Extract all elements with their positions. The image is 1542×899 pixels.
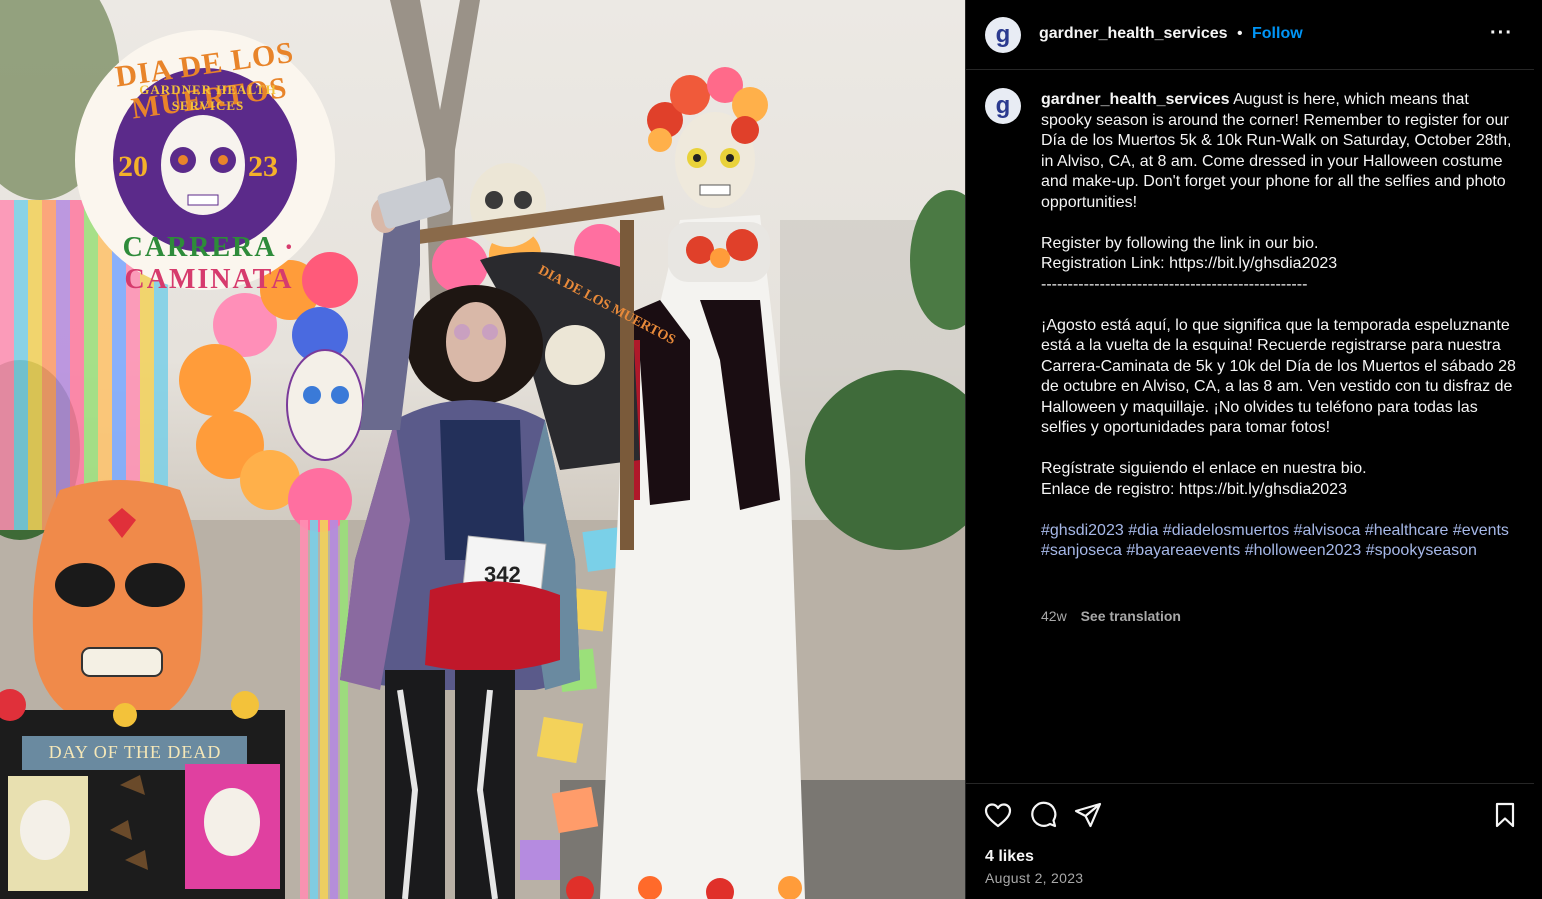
caption-avatar-letter: g <box>995 92 1011 119</box>
hashtag-link[interactable]: #alvisoca <box>1294 522 1361 539</box>
logo-year-right: 23 <box>248 150 278 183</box>
caption-divider: ----------------------------------------… <box>1041 275 1308 293</box>
caption-username[interactable]: gardner_health_services <box>1041 91 1230 108</box>
logo-subtitle: CARRERA · CAMINATA <box>84 232 334 296</box>
see-translation-button[interactable]: See translation <box>1081 608 1181 624</box>
hashtag-link[interactable]: #sanjoseca <box>1041 542 1122 559</box>
caption-para1-text: August is here, which means that spooky … <box>1041 91 1512 211</box>
post-header: g gardner_health_services • Follow ··· <box>966 0 1534 70</box>
heart-icon[interactable] <box>983 800 1013 830</box>
caption-avatar[interactable]: g <box>985 88 1021 124</box>
box-sign-text: DAY OF THE DEAD <box>48 742 222 762</box>
caption-registrate-line: Regístrate siguiendo el enlace en nuestr… <box>1041 460 1367 477</box>
photo-illustration <box>0 0 965 899</box>
post-photo[interactable]: DIA DE LOS MUERTOS GARDNER HEALTH SERVIC… <box>0 0 965 899</box>
share-icon[interactable] <box>1073 800 1103 830</box>
caption-register-line: Register by following the link in our bi… <box>1041 234 1319 252</box>
hashtag-link[interactable]: #spookyseason <box>1366 542 1477 559</box>
hashtag-link[interactable]: #healthcare <box>1365 522 1449 539</box>
hashtag-link[interactable]: #events <box>1453 522 1509 539</box>
post-date: August 2, 2023 <box>985 870 1084 886</box>
caption-text: gardner_health_services August is here, … <box>1041 90 1521 562</box>
profile-avatar[interactable]: g <box>985 17 1021 53</box>
caption-meta: 42w See translation <box>1041 608 1181 624</box>
hashtag-link[interactable]: #bayareaevents <box>1126 542 1240 559</box>
race-bib-number: 342 <box>484 562 521 587</box>
caption-para-3: ¡Agosto está aquí, lo que significa que … <box>1041 316 1516 437</box>
header-username[interactable]: gardner_health_services <box>1039 25 1228 43</box>
hashtag-link[interactable]: #ghsdi2023 <box>1041 522 1124 539</box>
avatar-logo-letter: g <box>995 21 1011 48</box>
caption-registration-link: Registration Link: https://bit.ly/ghsdia… <box>1041 255 1338 272</box>
hashtag-link[interactable]: #holloween2023 <box>1245 542 1362 559</box>
caption-para-1: gardner_health_services August is here, … <box>1041 90 1521 213</box>
more-options-icon[interactable]: ··· <box>1490 22 1513 45</box>
hashtag-link[interactable]: #dia <box>1128 522 1158 539</box>
bookmark-icon[interactable] <box>1490 800 1520 830</box>
caption-hashtags: #ghsdi2023 #dia #diadelosmuertos #alviso… <box>1041 521 1521 562</box>
follow-button[interactable]: Follow <box>1252 25 1303 43</box>
comment-icon[interactable] <box>1028 800 1058 830</box>
likes-count[interactable]: 4 likes <box>985 848 1034 866</box>
logo-year-left: 20 <box>118 150 148 183</box>
hashtag-link[interactable]: #diadelosmuertos <box>1163 522 1289 539</box>
logo-sub-right: CAMINATA <box>124 264 294 295</box>
header-separator: • <box>1237 25 1243 42</box>
post-side-panel: g gardner_health_services • Follow ··· g… <box>965 0 1542 899</box>
post-age[interactable]: 42w <box>1041 608 1067 624</box>
logo-sub-sep: · <box>284 232 296 263</box>
logo-sub-left: CARRERA <box>122 232 276 263</box>
post-actions: 4 likes August 2, 2023 <box>966 783 1534 899</box>
caption-enlace-line: Enlace de registro: https://bit.ly/ghsdi… <box>1041 480 1347 498</box>
logo-org-text: GARDNER HEALTH SERVICES <box>139 82 277 113</box>
